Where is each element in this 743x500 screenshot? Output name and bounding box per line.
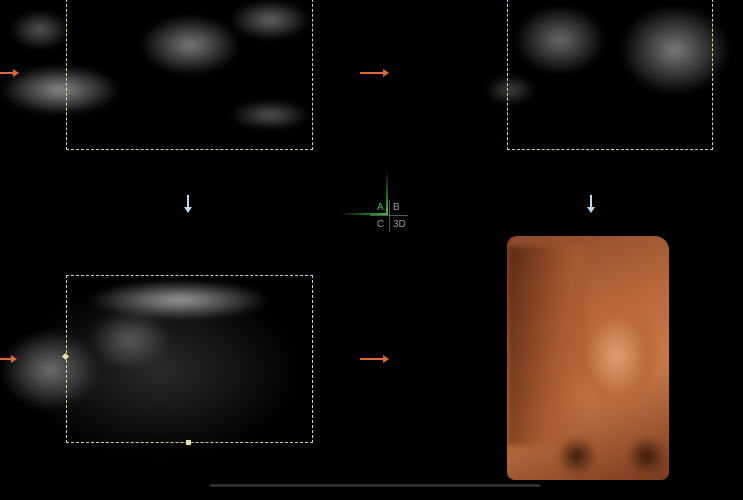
- pane-3d-render[interactable]: [507, 236, 669, 480]
- reference-arrow-c-left: [0, 355, 17, 363]
- orientation-marker[interactable]: A B C 3D: [340, 170, 420, 235]
- roi-handle-bottom[interactable]: [186, 440, 191, 445]
- view-label-a[interactable]: A: [377, 202, 384, 213]
- roi-box-b[interactable]: [507, 0, 713, 150]
- pane-b[interactable]: [470, 0, 743, 160]
- reference-arrow-a-left: [0, 69, 19, 77]
- view-label-3d[interactable]: 3D: [393, 219, 406, 230]
- axis-divider-v: [389, 200, 390, 232]
- view-label-c[interactable]: C: [377, 219, 384, 230]
- horizontal-scrollbar[interactable]: [210, 484, 540, 487]
- axis-vertical-a: [386, 170, 388, 214]
- direction-arrow-a: [184, 195, 192, 213]
- pane-a[interactable]: [0, 0, 340, 160]
- roi-box-c[interactable]: [66, 275, 313, 443]
- hand-render: [507, 246, 587, 446]
- reference-arrow-a-right: [360, 69, 389, 77]
- reference-arrow-c-right: [360, 355, 389, 363]
- direction-arrow-b: [587, 195, 595, 213]
- shadow-render: [547, 426, 667, 480]
- axis-divider-h: [370, 215, 408, 216]
- pane-c[interactable]: [0, 250, 340, 475]
- view-label-b[interactable]: B: [393, 202, 400, 213]
- roi-box-a[interactable]: [66, 0, 313, 150]
